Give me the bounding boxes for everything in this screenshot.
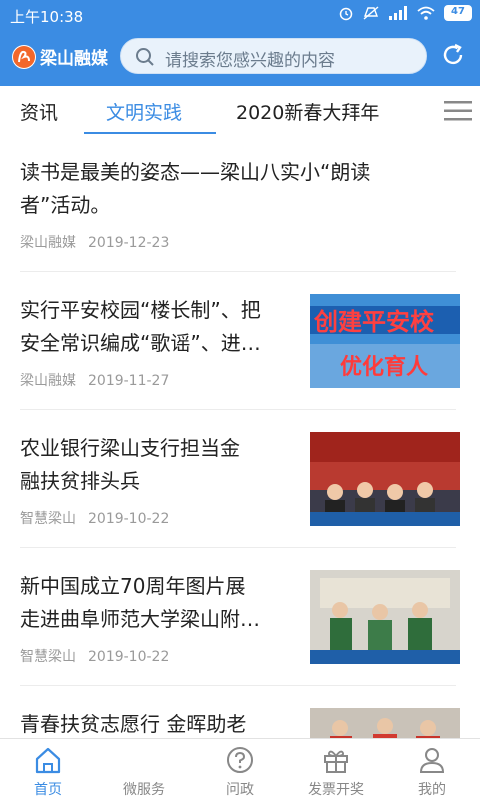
- list-item[interactable]: 青春扶贫志愿行 金晖助老: [0, 686, 480, 738]
- news-feed[interactable]: 读书是最美的姿态——梁山八实小“朗读 者”活动。 梁山融媒 2019-12-23 …: [0, 136, 480, 738]
- battery-indicator: 47: [444, 5, 472, 21]
- article-source: 梁山融媒: [20, 235, 76, 251]
- mute-icon: [363, 6, 379, 20]
- signal-icon: [389, 6, 407, 20]
- list-item[interactable]: 实行平安校园“楼长制”、把 安全常识编成“歌谣”、进… 梁山融媒 2019-11-…: [0, 272, 480, 410]
- tab-civilization-practice[interactable]: 文明实践: [106, 98, 182, 125]
- article-meta: 智慧梁山 2019-10-22: [20, 646, 169, 666]
- status-time: 上午10:38: [10, 8, 84, 26]
- question-icon: [227, 747, 253, 773]
- nav-invoice-lottery[interactable]: 发票开奖: [288, 739, 384, 800]
- article-thumbnail: 创建平安校 优化育人: [310, 294, 460, 388]
- logo-icon: [12, 44, 36, 69]
- article-thumbnail: [310, 570, 460, 664]
- logo-text: 梁山融媒: [40, 49, 108, 69]
- article-thumbnail: [310, 432, 460, 526]
- article-date: 2019-11-27: [88, 373, 170, 389]
- nav-label: 问政: [226, 782, 254, 798]
- article-meta: 智慧梁山 2019-10-22: [20, 508, 169, 528]
- alarm-icon: [339, 7, 353, 21]
- nav-label: 首页: [34, 782, 62, 798]
- article-title: 实行平安校园“楼长制”、把 安全常识编成“歌谣”、进…: [20, 298, 261, 355]
- search-icon: [136, 48, 154, 66]
- nav-profile[interactable]: 我的: [384, 739, 480, 800]
- app-header: 梁山融媒 请搜索您感兴趣的内容: [0, 32, 480, 86]
- article-meta: 梁山融媒 2019-12-23: [20, 232, 169, 252]
- search-placeholder: 请搜索您感兴趣的内容: [165, 51, 335, 71]
- article-source: 智慧梁山: [20, 511, 76, 527]
- home-icon: [35, 747, 61, 774]
- article-title: 农业银行梁山支行担当金 融扶贫排头兵: [20, 436, 240, 493]
- app-logo[interactable]: 梁山融媒: [12, 44, 108, 69]
- status-icons: 47: [338, 5, 472, 21]
- nav-label: 微服务: [123, 782, 165, 798]
- bottom-navigation: 首页 微服务 问政 发票开奖 我的: [0, 738, 480, 800]
- article-title: 读书是最美的姿态——梁山八实小“朗读 者”活动。: [20, 160, 371, 217]
- article-source: 梁山融媒: [20, 373, 76, 389]
- nav-home[interactable]: 首页: [0, 739, 96, 800]
- svg-text:创建平安校: 创建平安校: [313, 307, 435, 336]
- gift-icon: [324, 750, 348, 773]
- active-tab-indicator: [84, 132, 216, 134]
- category-tabs: 资讯 文明实践 2020新春大拜年: [0, 86, 480, 136]
- menu-icon[interactable]: [444, 100, 472, 122]
- refresh-icon[interactable]: [440, 42, 466, 68]
- tab-news[interactable]: 资讯: [20, 98, 58, 125]
- micro-service-icon: [133, 749, 155, 771]
- svg-text:优化育人: 优化育人: [340, 354, 428, 380]
- article-date: 2019-12-23: [88, 235, 170, 251]
- wifi-icon: [417, 6, 435, 20]
- search-bar[interactable]: 请搜索您感兴趣的内容: [120, 38, 427, 74]
- profile-icon: [419, 748, 445, 773]
- article-title: 新中国成立70周年图片展 走进曲阜师范大学梁山附…: [20, 574, 260, 631]
- article-date: 2019-10-22: [88, 511, 170, 527]
- article-meta: 梁山融媒 2019-11-27: [20, 370, 169, 390]
- article-date: 2019-10-22: [88, 649, 170, 665]
- nav-label: 我的: [418, 782, 446, 798]
- article-source: 智慧梁山: [20, 649, 76, 665]
- nav-inquiry[interactable]: 问政: [192, 739, 288, 800]
- status-bar: 上午10:38 47: [0, 0, 480, 32]
- tab-new-year-greetings[interactable]: 2020新春大拜年: [236, 98, 379, 125]
- list-item[interactable]: 农业银行梁山支行担当金 融扶贫排头兵 智慧梁山 2019-10-22: [0, 410, 480, 548]
- nav-label: 发票开奖: [308, 782, 364, 798]
- article-title: 青春扶贫志愿行 金晖助老: [20, 712, 247, 736]
- nav-micro-service[interactable]: 微服务: [96, 739, 192, 800]
- article-thumbnail: [310, 708, 460, 738]
- list-item[interactable]: 新中国成立70周年图片展 走进曲阜师范大学梁山附… 智慧梁山 2019-10-22: [0, 548, 480, 686]
- list-item[interactable]: 读书是最美的姿态——梁山八实小“朗读 者”活动。 梁山融媒 2019-12-23: [0, 136, 480, 272]
